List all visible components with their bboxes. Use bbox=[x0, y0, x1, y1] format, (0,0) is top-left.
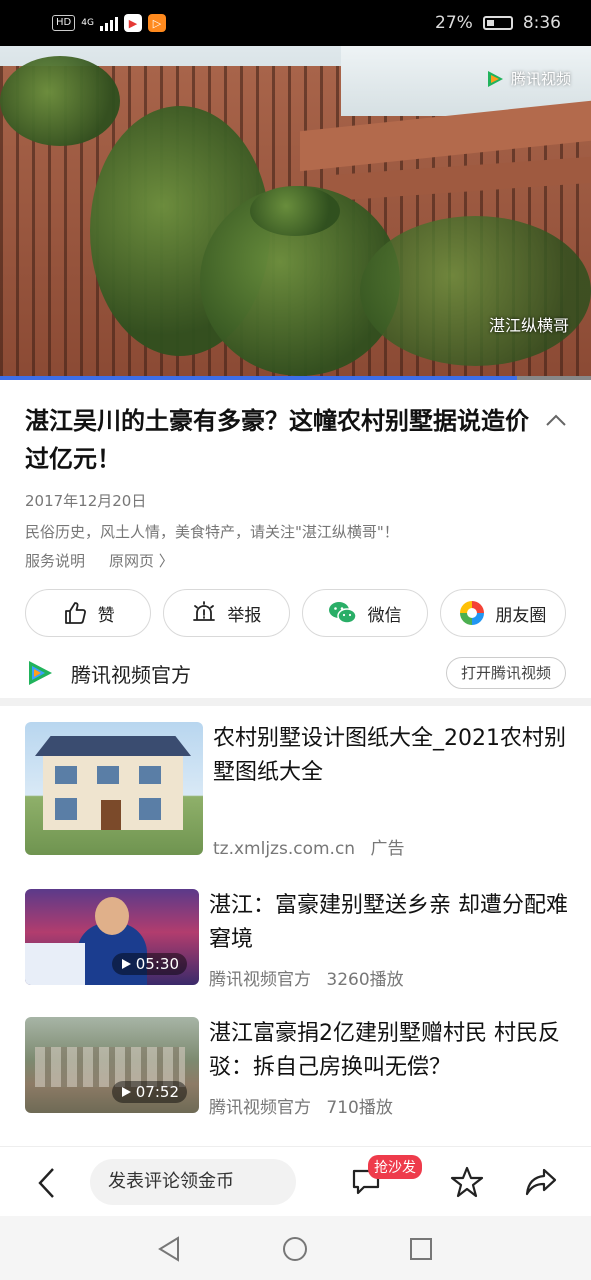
nav-home-icon[interactable] bbox=[282, 1236, 308, 1262]
play-icon bbox=[121, 959, 131, 969]
article-links: 服务说明 原网页 〉 bbox=[25, 550, 566, 571]
video-duration: 07:52 bbox=[111, 1081, 187, 1103]
video-thumbnail: 05:30 bbox=[25, 889, 199, 985]
service-link[interactable]: 服务说明 bbox=[25, 550, 85, 571]
comment-input[interactable]: 发表评论领金币 bbox=[90, 1159, 296, 1205]
status-left: HD 4G ▶ ▷ bbox=[52, 14, 166, 32]
ad-meta: tz.xmljzs.com.cn 广告 bbox=[213, 834, 404, 859]
article-title: 湛江吴川的土豪有多豪？这幢农村别墅据说造价过亿元！ bbox=[25, 407, 529, 473]
status-right: 27% 8:36 bbox=[435, 13, 561, 33]
report-label: 举报 bbox=[227, 605, 262, 626]
original-page-link[interactable]: 原网页 〉 bbox=[109, 550, 174, 571]
article-description: 民俗历史，风土人情，美食特产，请关注"湛江纵横哥"！ bbox=[25, 523, 399, 541]
duration-text: 05:30 bbox=[135, 955, 179, 973]
section-divider bbox=[0, 698, 591, 706]
ad-domain: tz.xmljzs.com.cn bbox=[213, 839, 356, 859]
video-duration: 05:30 bbox=[111, 953, 187, 975]
house-window-1 bbox=[55, 766, 77, 784]
nav-recents-icon[interactable] bbox=[408, 1236, 434, 1262]
house-door bbox=[101, 800, 121, 830]
moments-icon bbox=[460, 601, 485, 625]
network-type: 4G bbox=[81, 17, 94, 28]
hd-indicator: HD bbox=[52, 15, 76, 31]
ad-title: 农村别墅设计图纸大全_2021农村别墅图纸大全 bbox=[213, 726, 566, 785]
video-caption: 湛江纵横哥 bbox=[488, 316, 569, 335]
back-arrow-icon[interactable] bbox=[36, 1167, 58, 1199]
video-source: 腾讯视频官方 bbox=[209, 970, 311, 990]
wechat-share-button[interactable]: 微信 bbox=[301, 589, 428, 637]
comment-badge: 抢沙发 bbox=[368, 1155, 422, 1179]
list-item-video[interactable]: 05:30 湛江：富豪建别墅送乡亲 却遭分配难窘境 腾讯视频官方 3260播放 bbox=[25, 889, 570, 990]
video-ivy-3 bbox=[0, 56, 120, 146]
video-meta: 腾讯视频官方 3260播放 bbox=[209, 965, 404, 990]
play-icon bbox=[121, 1087, 131, 1097]
duration-text: 07:52 bbox=[135, 1083, 179, 1101]
like-label: 赞 bbox=[97, 605, 115, 626]
video-thumbnail: 07:52 bbox=[25, 1017, 199, 1113]
video-title: 湛江：富豪建别墅送乡亲 却遭分配难窘境 bbox=[209, 893, 568, 952]
video-ivy-4 bbox=[360, 216, 591, 366]
house-roof bbox=[35, 736, 191, 756]
thumbs-up-icon bbox=[64, 602, 86, 624]
moments-label: 朋友圈 bbox=[495, 605, 547, 626]
video-plays: 710播放 bbox=[326, 1098, 393, 1118]
app-notification-icon: ▶ bbox=[123, 14, 142, 32]
battery-icon bbox=[482, 16, 513, 30]
star-icon[interactable] bbox=[450, 1165, 484, 1199]
video-plays: 3260播放 bbox=[326, 970, 404, 990]
video-source: 腾讯视频官方 bbox=[209, 1098, 311, 1118]
ad-thumbnail bbox=[25, 722, 203, 855]
clock: 8:36 bbox=[522, 13, 561, 33]
list-item-video[interactable]: 07:52 湛江富豪捐2亿建别墅赠村民 村民反驳：拆自己房换叫无偿？ 腾讯视频官… bbox=[25, 1017, 570, 1118]
wechat-label: 微信 bbox=[367, 605, 402, 626]
video-ivy-5 bbox=[250, 186, 340, 236]
signal-icon bbox=[99, 15, 118, 31]
chevron-up-icon[interactable] bbox=[545, 410, 567, 432]
video-watermark: 腾讯视频 bbox=[485, 68, 571, 89]
video-meta: 腾讯视频官方 710播放 bbox=[209, 1093, 393, 1118]
app-notification-icon-2: ▷ bbox=[147, 14, 166, 32]
video-title: 湛江富豪捐2亿建别墅赠村民 村民反驳：拆自己房换叫无偿？ bbox=[209, 1021, 560, 1080]
video-player[interactable]: 腾讯视频 湛江纵横哥 bbox=[0, 46, 591, 380]
article-date: 2017年12月20日 bbox=[25, 492, 147, 510]
bottom-action-bar: 发表评论领金币 抢沙发 bbox=[0, 1146, 591, 1216]
thumb-desk bbox=[25, 943, 85, 985]
open-app-button[interactable]: 打开腾讯视频 bbox=[445, 657, 566, 689]
share-icon[interactable] bbox=[524, 1165, 558, 1199]
like-button[interactable]: 赞 bbox=[25, 589, 152, 637]
article-info: 湛江吴川的土豪有多豪？这幢农村别墅据说造价过亿元！ 2017年12月20日 民俗… bbox=[0, 380, 591, 691]
source-row: 腾讯视频官方 打开腾讯视频 bbox=[25, 655, 566, 691]
ad-tag: 广告 bbox=[370, 839, 405, 859]
tencent-video-logo-icon bbox=[487, 70, 503, 87]
tencent-video-logo-icon bbox=[29, 661, 52, 685]
action-buttons: 赞 举报 微信 朋友圈 bbox=[25, 589, 566, 637]
system-nav-bar bbox=[0, 1216, 591, 1280]
source-name[interactable]: 腾讯视频官方 bbox=[71, 659, 191, 688]
house-window-4 bbox=[55, 798, 77, 820]
moments-share-button[interactable]: 朋友圈 bbox=[439, 589, 566, 637]
house-window-2 bbox=[97, 766, 119, 784]
watermark-text: 腾讯视频 bbox=[510, 70, 571, 88]
house-window-5 bbox=[139, 798, 161, 820]
nav-back-icon[interactable] bbox=[156, 1236, 182, 1262]
report-button[interactable]: 举报 bbox=[163, 589, 290, 637]
report-alert-icon bbox=[193, 601, 216, 621]
list-item-ad[interactable]: 农村别墅设计图纸大全_2021农村别墅图纸大全 tz.xmljzs.com.cn… bbox=[25, 722, 570, 859]
battery-percent: 27% bbox=[435, 13, 473, 33]
thumb-presenter-head bbox=[95, 897, 129, 935]
status-bar: HD 4G ▶ ▷ 27% 8:36 bbox=[0, 0, 591, 46]
wechat-icon bbox=[328, 602, 357, 624]
house-window-3 bbox=[139, 766, 161, 784]
